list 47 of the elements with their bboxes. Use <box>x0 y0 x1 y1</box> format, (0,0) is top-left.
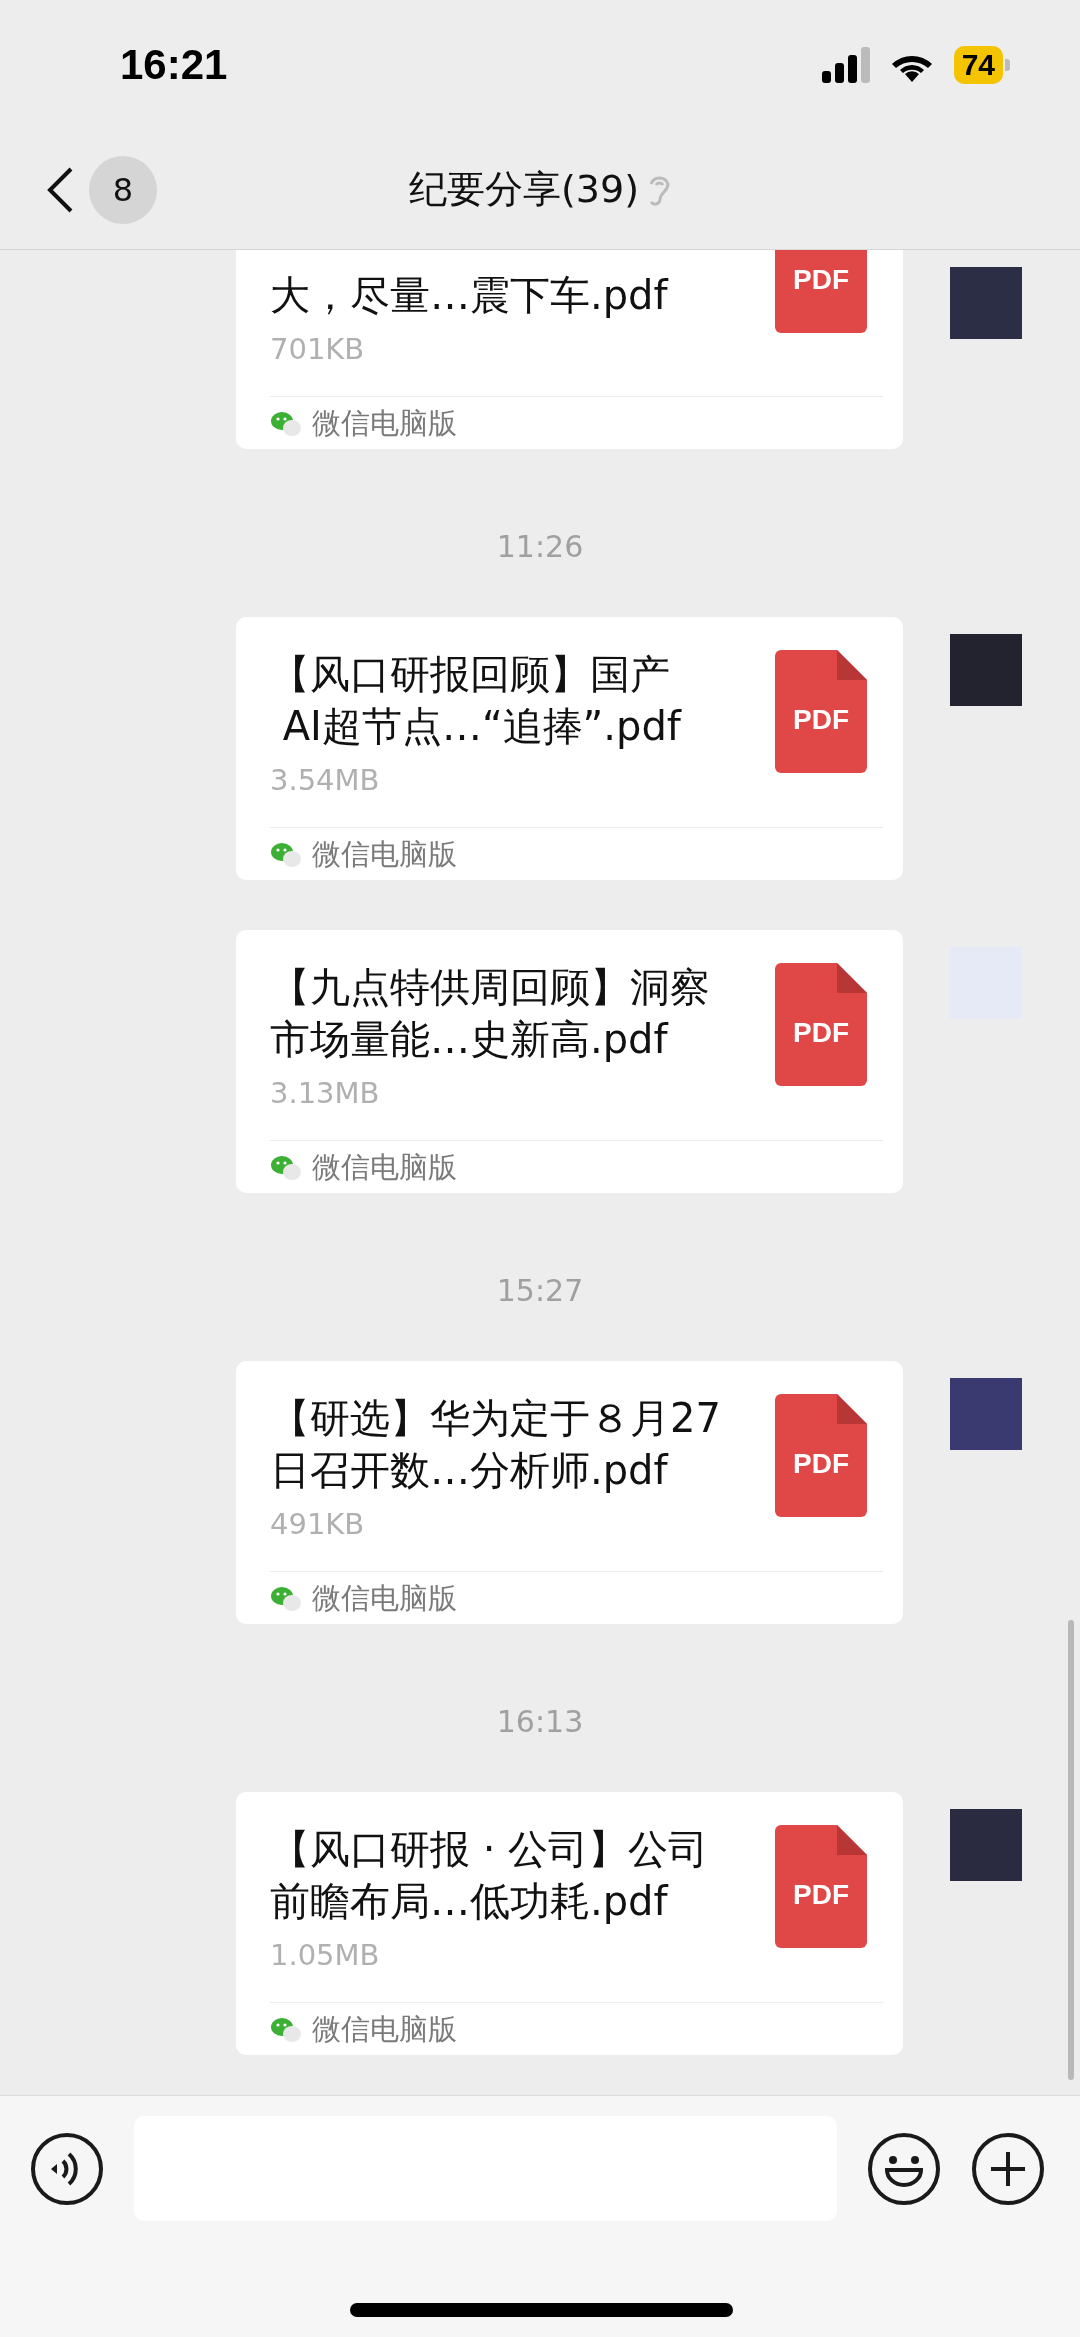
file-message-card[interactable]: 【九点特供周回顾】洞察 市场量能…史新高.pdf 3.13MB PDF 微信电脑版 <box>236 930 903 1193</box>
avatar[interactable] <box>950 267 1022 339</box>
avatar[interactable] <box>950 634 1022 706</box>
avatar[interactable] <box>950 1809 1022 1881</box>
emoji-icon[interactable] <box>867 2131 941 2206</box>
file-message-card[interactable]: 【风口研报回顾】国产 AI超节点…“追捧”.pdf 3.54MB PDF 微信电脑版 <box>236 617 903 880</box>
file-message-card[interactable]: 大，尽量…震下车.pdf 701KB PDF 微信电脑版 <box>236 250 903 449</box>
file-size: 1.05MB <box>270 1937 381 1974</box>
wechat-icon <box>270 1155 302 1181</box>
wechat-icon <box>270 411 302 437</box>
wechat-icon <box>270 1586 302 1612</box>
signal-icon <box>821 47 870 83</box>
chat-title: 纪要分享(39) <box>409 166 639 213</box>
file-size: 3.13MB <box>270 1075 381 1112</box>
pdf-file-icon: PDF <box>775 1825 867 1948</box>
file-size: 3.54MB <box>270 762 381 799</box>
pdf-file-icon: PDF <box>775 963 867 1086</box>
file-name: 【研选】华为定于８月27 日召开数…分析师.pdf <box>270 1394 722 1495</box>
pdf-file-icon: PDF <box>775 250 867 333</box>
file-name: 大，尽量…震下车.pdf <box>270 271 670 320</box>
add-icon[interactable] <box>971 2131 1045 2206</box>
wechat-icon <box>270 2017 302 2043</box>
wechat-icon <box>270 842 302 868</box>
file-name: 【九点特供周回顾】洞察 市场量能…史新高.pdf <box>270 963 711 1064</box>
timestamp: 16:13 <box>496 1703 584 1741</box>
pdf-file-icon: PDF <box>775 650 867 773</box>
pdf-file-icon: PDF <box>775 1394 867 1517</box>
source-label: 微信电脑版 <box>312 1580 457 1617</box>
file-message-card[interactable]: 【风口研报 · 公司】公司 前瞻布局…低功耗.pdf 1.05MB PDF 微信电脑版 <box>236 1792 903 2055</box>
status-time: 16:21 <box>120 41 228 89</box>
unread-badge[interactable]: 8 <box>89 155 157 224</box>
source-label: 微信电脑版 <box>312 405 457 442</box>
back-icon[interactable] <box>45 165 75 214</box>
scrollbar[interactable] <box>1068 1620 1074 2080</box>
avatar[interactable] <box>950 1378 1022 1450</box>
file-message-card[interactable]: 【研选】华为定于８月27 日召开数…分析师.pdf 491KB PDF 微信电脑版 <box>236 1361 903 1624</box>
timestamp: 11:26 <box>496 528 584 566</box>
source-label: 微信电脑版 <box>312 1149 457 1186</box>
file-name: 【风口研报 · 公司】公司 前瞻布局…低功耗.pdf <box>270 1825 710 1926</box>
voice-icon[interactable] <box>30 2131 104 2206</box>
file-size: 701KB <box>270 331 366 368</box>
file-size: 491KB <box>270 1506 366 1543</box>
timestamp: 15:27 <box>496 1272 584 1310</box>
file-name: 【风口研报回顾】国产 AI超节点…“追捧”.pdf <box>270 650 683 751</box>
source-label: 微信电脑版 <box>312 2011 457 2048</box>
home-indicator[interactable] <box>350 2303 733 2317</box>
source-label: 微信电脑版 <box>312 836 457 873</box>
